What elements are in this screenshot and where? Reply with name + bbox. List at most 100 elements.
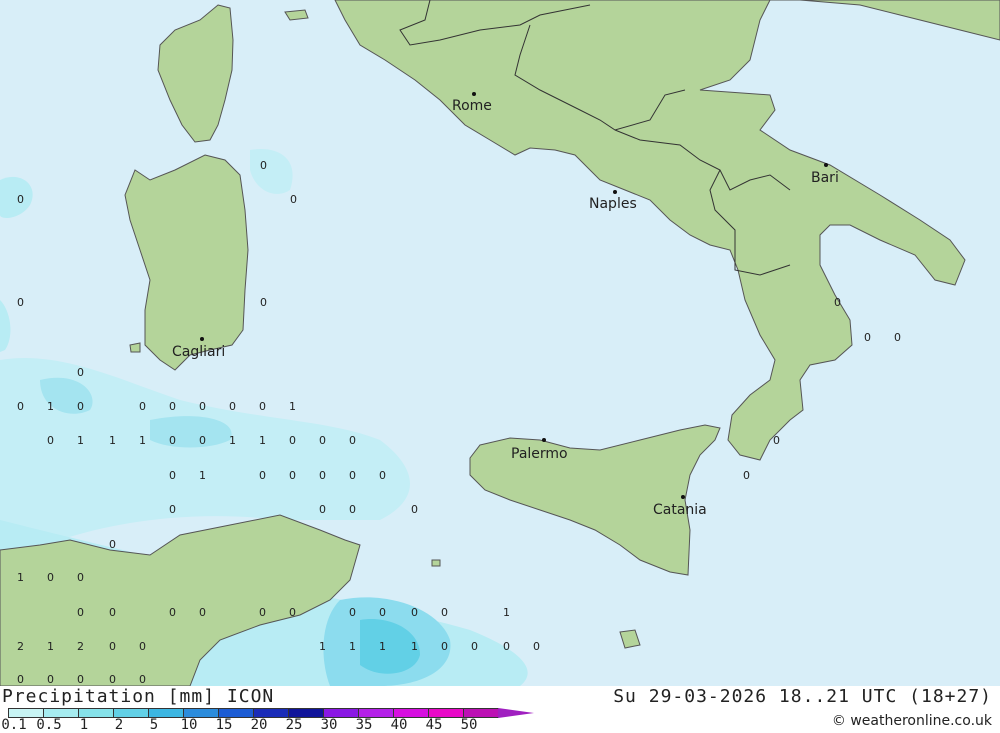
legend-labels: 0.1 0.5 1 2 5 10 15 20 25 30 35 40 45 50 [0, 717, 520, 733]
precip-value: 0 [199, 400, 206, 413]
precip-value: 0 [169, 434, 176, 447]
legend-tick-label: 0.5 [36, 717, 62, 733]
precip-value: 0 [109, 640, 116, 653]
precip-value: 0 [259, 400, 266, 413]
precip-value: 0 [109, 673, 116, 686]
precip-value: 0 [290, 193, 297, 206]
legend-tick-label: 2 [114, 717, 124, 733]
precip-value: 0 [77, 400, 84, 413]
precip-value: 0 [109, 606, 116, 619]
precip-value: 0 [259, 469, 266, 482]
precip-value: 1 [17, 571, 24, 584]
precip-value: 0 [77, 606, 84, 619]
city-marker-rome [472, 92, 476, 96]
precip-value: 0 [319, 503, 326, 516]
legend-tick-label: 0.1 [1, 717, 27, 733]
precip-value: 0 [319, 469, 326, 482]
city-marker-naples [613, 190, 617, 194]
precipitation-map: Rome Naples Bari Cagliari Palermo Catani… [0, 0, 1000, 686]
precip-value: 0 [503, 640, 510, 653]
precip-value: 0 [77, 366, 84, 379]
city-label-naples: Naples [589, 196, 637, 212]
precip-value: 0 [289, 434, 296, 447]
precip-value: 0 [109, 538, 116, 551]
valid-time: Su 29-03-2026 18..21 UTC (18+27) [613, 686, 992, 707]
legend-tick-label: 10 [180, 717, 198, 733]
precip-value: 0 [894, 331, 901, 344]
precip-value: 1 [289, 400, 296, 413]
precip-value: 0 [139, 640, 146, 653]
precip-value: 2 [77, 640, 84, 653]
legend-tick-label: 1 [79, 717, 89, 733]
precip-value: 0 [169, 503, 176, 516]
precip-value: 0 [471, 640, 478, 653]
city-label-palermo: Palermo [511, 446, 568, 462]
precip-value: 0 [319, 434, 326, 447]
precip-value: 0 [229, 400, 236, 413]
precip-value: 1 [259, 434, 266, 447]
legend-tick-label: 20 [250, 717, 268, 733]
precip-value: 0 [17, 673, 24, 686]
precip-value: 1 [199, 469, 206, 482]
legend-tick-label: 15 [215, 717, 233, 733]
city-marker-cagliari [200, 337, 204, 341]
city-marker-bari [824, 163, 828, 167]
city-label-bari: Bari [811, 170, 839, 186]
precip-value: 0 [533, 640, 540, 653]
precip-value: 0 [864, 331, 871, 344]
city-marker-catania [681, 495, 685, 499]
legend-tick-label: 35 [355, 717, 373, 733]
credit-link[interactable]: © weatheronline.co.uk [832, 713, 992, 729]
precip-value: 1 [139, 434, 146, 447]
precip-value: 0 [834, 296, 841, 309]
precip-value: 0 [169, 469, 176, 482]
precip-value: 0 [349, 503, 356, 516]
precip-value: 0 [169, 606, 176, 619]
precip-value: 0 [379, 469, 386, 482]
precip-value: 0 [260, 296, 267, 309]
precip-value: 0 [743, 469, 750, 482]
map-title: Precipitation [mm] ICON [2, 686, 275, 707]
precip-value: 0 [441, 606, 448, 619]
precip-value: 0 [411, 606, 418, 619]
precip-value: 0 [199, 434, 206, 447]
precip-value: 0 [47, 673, 54, 686]
map-geography [0, 0, 1000, 686]
precip-value: 1 [47, 400, 54, 413]
city-label-catania: Catania [653, 502, 707, 518]
precip-value: 0 [17, 400, 24, 413]
precip-value: 1 [349, 640, 356, 653]
legend-tick-label: 40 [390, 717, 408, 733]
precip-value: 0 [349, 469, 356, 482]
precip-value: 0 [47, 571, 54, 584]
precip-value: 0 [139, 400, 146, 413]
precip-value: 0 [773, 434, 780, 447]
precip-value: 1 [503, 606, 510, 619]
precip-value: 0 [349, 606, 356, 619]
precip-value: 0 [47, 434, 54, 447]
precip-value: 0 [411, 503, 418, 516]
precip-value: 0 [17, 193, 24, 206]
city-label-cagliari: Cagliari [172, 344, 226, 360]
precip-value: 0 [289, 606, 296, 619]
precip-value: 1 [109, 434, 116, 447]
precip-value: 1 [411, 640, 418, 653]
precip-value: 0 [199, 606, 206, 619]
precip-value: 0 [77, 673, 84, 686]
precip-value: 0 [441, 640, 448, 653]
legend-tick-label: 5 [149, 717, 159, 733]
precip-value: 0 [169, 400, 176, 413]
land-masses [0, 0, 1000, 686]
legend-tick-label: 25 [285, 717, 303, 733]
legend-tick-label: 45 [425, 717, 443, 733]
precip-value: 2 [17, 640, 24, 653]
precip-value: 0 [349, 434, 356, 447]
map-footer: Precipitation [mm] ICON Su 29-03-2026 18… [0, 686, 1000, 733]
precip-value: 1 [77, 434, 84, 447]
legend-tick-label: 50 [460, 717, 478, 733]
precip-value: 0 [17, 296, 24, 309]
precip-value: 0 [379, 606, 386, 619]
precip-value: 0 [260, 159, 267, 172]
precip-value: 0 [139, 673, 146, 686]
precip-value: 0 [259, 606, 266, 619]
